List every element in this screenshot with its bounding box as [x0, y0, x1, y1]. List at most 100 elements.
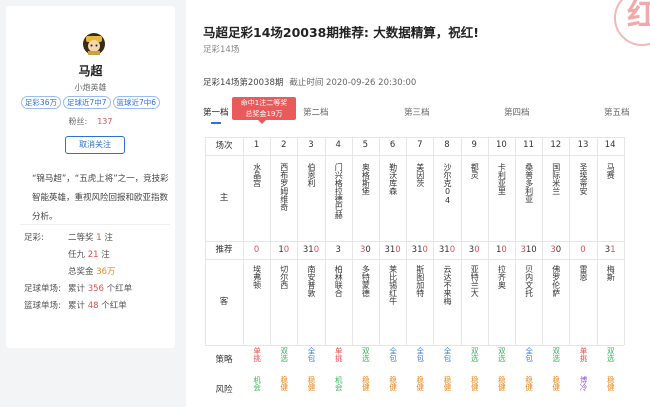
- away-team-cell: 切尔西: [270, 265, 297, 289]
- stat-number: 36万: [96, 267, 116, 277]
- tab-tier-5[interactable]: 第五档: [604, 106, 630, 118]
- strategy-badge: 全包: [524, 347, 534, 362]
- match-number: 12: [550, 140, 562, 150]
- strategy-badge: 双选: [361, 347, 371, 362]
- away-team-name: 柏林联合: [334, 265, 344, 297]
- fans-label: 粉丝:: [68, 117, 88, 126]
- home-team-name: 桑普多利亚: [524, 163, 534, 203]
- stat-number: 1: [96, 233, 102, 243]
- table-gridline: [623, 137, 625, 345]
- pick-cell: 10: [488, 245, 515, 255]
- profile-card: 马超 小炮英雄 足彩36万 足球近7中7 篮球近7中6 粉丝: 137 取消关注 …: [6, 6, 175, 348]
- match-number: 13: [577, 140, 589, 150]
- home-team-name: 卡利亚里: [497, 163, 507, 195]
- pick-option: 10: [525, 245, 537, 255]
- tab-tier-4[interactable]: 第四档: [504, 106, 530, 118]
- away-team-name: 拉齐奥: [497, 265, 507, 289]
- strategy-badge: 双选: [470, 347, 480, 362]
- tab-tier-3[interactable]: 第三档: [404, 106, 430, 118]
- away-team-cell: 亚特兰大: [461, 265, 488, 297]
- user-tags: 足彩36万 足球近7中7 篮球近7中6: [6, 96, 175, 109]
- away-team-cell: 斯图加特: [406, 265, 433, 297]
- article-panel: 红 马超足彩14场20038期推荐: 大数据精算，祝红! 足彩14场 足彩14场…: [186, 0, 650, 407]
- home-team-name: 沙尔克04: [442, 163, 452, 205]
- pick-cell: 31: [597, 245, 624, 255]
- tab-tier-1[interactable]: 第一档: [203, 106, 229, 118]
- match-number: 11: [523, 140, 534, 150]
- away-team-cell: 贝内文托: [515, 265, 542, 297]
- away-team-cell: 拉齐奥: [488, 265, 515, 289]
- pick-cell: 310: [406, 245, 433, 255]
- pick-hit: 1: [610, 245, 616, 255]
- away-team-name: 云达不来梅: [442, 265, 452, 305]
- home-team-cell: 美因茨: [406, 163, 433, 187]
- divider: [20, 224, 170, 225]
- match-number: 8: [444, 140, 450, 150]
- stat-text: 个红单: [101, 301, 127, 311]
- risk-badge: 稳健: [415, 376, 425, 391]
- avatar[interactable]: [82, 32, 106, 56]
- risk-badge: 稳健: [361, 376, 371, 391]
- risk-cell: 稳健: [352, 376, 379, 391]
- stat-text: 注: [101, 250, 110, 260]
- pick-hit: 0: [283, 245, 290, 255]
- home-team-name: 勒沃库森: [388, 163, 398, 195]
- home-team-name: 都灵: [470, 163, 480, 179]
- stat-text: 任九: [68, 250, 86, 260]
- risk-cell: 稳健: [515, 376, 542, 391]
- pick-hit: 0: [395, 245, 401, 255]
- away-team-name: 多特蒙德: [361, 265, 371, 297]
- match-number: 2: [281, 140, 287, 150]
- home-team-name: 西布罗姆维奇: [279, 163, 289, 211]
- away-team-cell: 柏林联合: [325, 265, 352, 297]
- risk-badge: 稳健: [497, 376, 507, 391]
- home-team-name: 国际米兰: [551, 163, 561, 195]
- table-gridline: [205, 345, 624, 346]
- pick-option: 31: [411, 245, 423, 255]
- strategy-cell: 全包: [433, 347, 460, 362]
- row-label-risk: 风险: [215, 385, 233, 395]
- away-team-name: 切尔西: [279, 265, 289, 289]
- stat-number: 356: [87, 284, 104, 294]
- strategy-cell: 双选: [352, 347, 379, 362]
- strategy-cell: 双选: [542, 347, 569, 362]
- away-team-name: 莱比锡红牛: [388, 265, 398, 305]
- strategy-badge: 双选: [279, 347, 289, 362]
- risk-badge: 稳健: [388, 376, 398, 391]
- match-number: 14: [604, 140, 616, 150]
- strategy-badge: 全包: [306, 347, 316, 362]
- tier-tabs: 第一档 第二档 第三档 第四档 第五档 命中1注二等奖 总奖金19万: [186, 97, 650, 128]
- strategy-badge: 全包: [415, 347, 425, 362]
- strategy-cell: 单挑: [325, 347, 352, 362]
- pick-cell: 310: [379, 245, 406, 255]
- stat-text: 总奖金: [68, 267, 94, 277]
- away-team-name: 佛罗伦萨: [551, 265, 561, 297]
- strategy-badge: 单挑: [334, 347, 344, 362]
- row-label-pick: 推荐: [215, 245, 233, 255]
- home-team-cell: 国际米兰: [542, 163, 569, 195]
- pick-cell: 310: [433, 245, 460, 255]
- tag-basketball: 篮球近7中6: [112, 96, 161, 109]
- pick-option: 3: [335, 245, 341, 255]
- table-gridline: [205, 155, 624, 156]
- home-team-cell: 桑普多利亚: [515, 163, 542, 203]
- home-team-cell: 西布罗姆维奇: [270, 163, 297, 211]
- strategy-cell: 单挑: [569, 347, 596, 362]
- strategy-cell: 全包: [406, 347, 433, 362]
- tab-tier-2[interactable]: 第二档: [303, 106, 329, 118]
- match-number: 5: [362, 140, 369, 150]
- away-team-cell: 莱比锡红牛: [379, 265, 406, 305]
- table-gridline: [205, 259, 624, 260]
- pick-cell: 30: [352, 245, 379, 255]
- strategy-badge: 单挑: [252, 347, 262, 362]
- risk-badge: 稳健: [279, 376, 289, 391]
- risk-badge: 稳健: [306, 376, 316, 391]
- risk-cell: 机会: [325, 376, 352, 391]
- strategy-badge: 单挑: [578, 347, 588, 362]
- strategy-cell: 全包: [379, 347, 406, 362]
- risk-cell: 稳健: [542, 376, 569, 391]
- away-team-name: 亚特兰大: [470, 265, 480, 297]
- home-team-name: 马赛: [606, 163, 616, 179]
- strategy-badge: 双选: [551, 347, 561, 362]
- unfollow-button[interactable]: 取消关注: [65, 136, 125, 154]
